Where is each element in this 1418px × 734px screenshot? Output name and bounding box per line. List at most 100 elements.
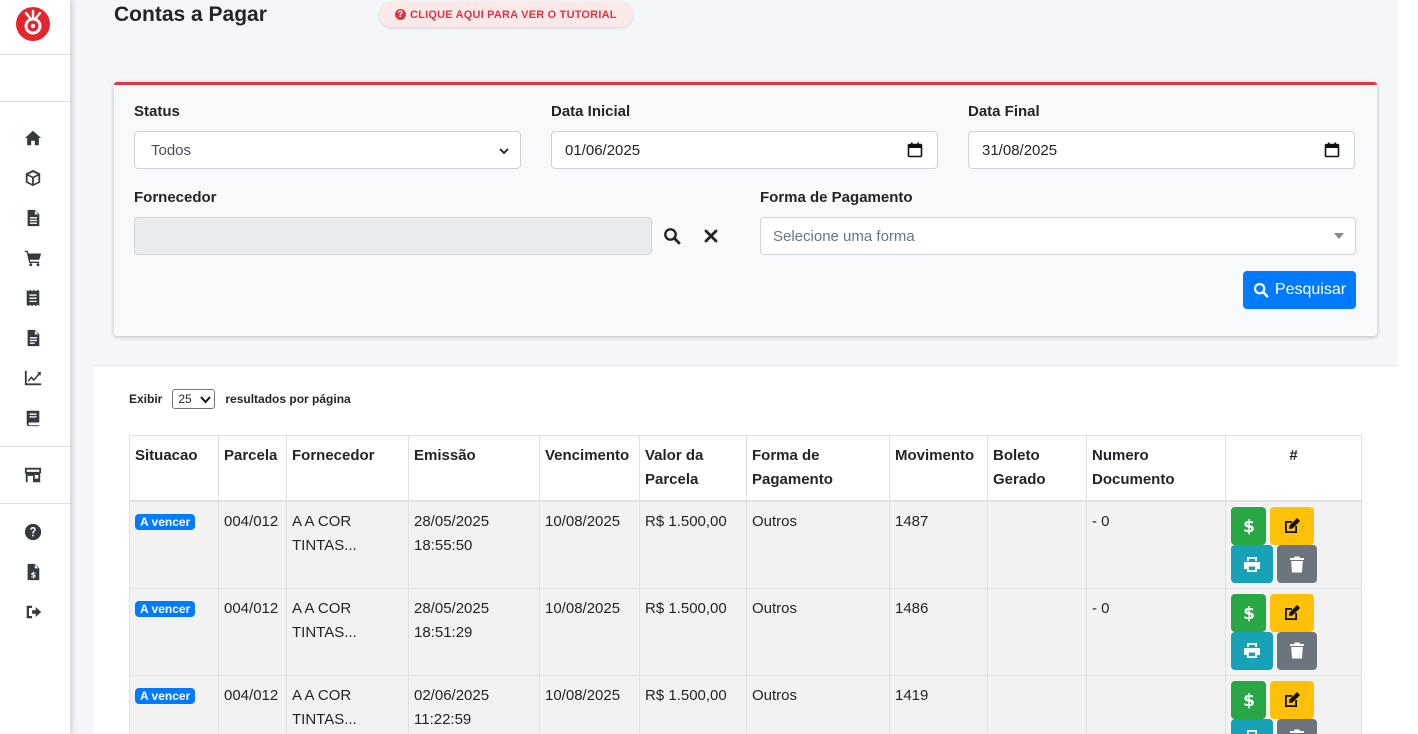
edit-icon [1285,604,1300,620]
print-button[interactable] [1231,631,1273,670]
edit-button[interactable] [1270,680,1314,719]
page-size-control: Exibir 25 resultados por página [129,389,351,409]
brand-logo[interactable] [16,7,50,41]
payment-method-cell: Outros [746,674,890,734]
book-icon[interactable] [23,408,43,428]
sidebar-divider [0,54,70,55]
dollar-icon: $ [1243,691,1255,709]
search-supplier-icon[interactable] [660,224,684,248]
page-title: Contas a Pagar [114,3,267,26]
status-value: Todos [151,141,192,159]
page-size-value: 25 [178,392,192,406]
parcela-cell: 004/012 [218,500,287,589]
status-select[interactable]: Todos [134,131,521,169]
actions-cell: $ [1225,674,1362,734]
filter-card: Status Todos Data Inicial 01/06/2025 Dat… [114,82,1377,336]
chevron-down-icon [499,148,509,155]
status-badge: A vencer [135,514,196,530]
payment-label: Forma de Pagamento [760,189,913,206]
store-icon[interactable] [23,465,43,485]
end-date-input[interactable]: 31/08/2025 [968,131,1355,169]
column-header[interactable]: Emissão [408,435,540,502]
tutorial-button[interactable]: ? CLIQUE AQUI PARA VER O TUTORIAL [379,2,633,27]
sidebar: $ [0,0,70,734]
movement-cell: 1487 [889,500,988,589]
table-row: A vencer 004/012 A A COR TINTAS... 28/05… [129,587,1362,676]
issue-date-cell: 28/05/2025 18:55:50 [408,500,540,589]
issue-date-cell: 02/06/2025 11:22:59 [408,674,540,734]
column-header[interactable]: Situacao [129,435,219,502]
delete-button[interactable] [1277,718,1317,734]
chart-line-icon[interactable] [23,368,43,388]
box-icon[interactable] [23,168,43,188]
pay-button[interactable]: $ [1231,593,1266,632]
document-number-cell [1086,674,1226,734]
column-header[interactable]: Forma de Pagamento [746,435,890,502]
document-number-cell: - 0 [1086,587,1226,676]
print-button[interactable] [1231,545,1273,583]
receipt-icon[interactable] [23,288,43,308]
end-date-value: 31/08/2025 [982,141,1058,159]
column-header[interactable]: Valor da Parcela [639,435,747,502]
delete-button[interactable] [1277,631,1317,670]
sidebar-divider [0,503,70,504]
supplier-label: Fornecedor [134,189,217,206]
print-icon [1244,556,1260,572]
payment-method-cell: Outros [746,587,890,676]
column-header[interactable]: Boleto Gerado [987,435,1087,502]
help-icon[interactable] [23,522,43,542]
column-header[interactable]: Vencimento [539,435,640,502]
clear-supplier-icon[interactable] [699,224,723,248]
amount-cell: R$ 1.500,00 [639,674,747,734]
start-date-value: 01/06/2025 [565,141,641,159]
edit-button[interactable] [1270,593,1314,632]
supplier-input[interactable] [134,217,652,255]
boleto-cell [987,674,1087,734]
pay-button[interactable]: $ [1231,507,1266,545]
page-size-select[interactable]: 25 [172,389,216,409]
svg-text:$: $ [1243,691,1255,709]
movement-cell: 1486 [889,587,988,676]
search-button[interactable]: Pesquisar [1243,271,1356,309]
status-cell: A vencer [129,674,219,734]
column-header[interactable]: Numero Documento [1086,435,1226,502]
document-icon[interactable] [23,328,43,348]
issue-date-cell: 28/05/2025 18:51:29 [408,587,540,676]
column-header[interactable]: Fornecedor [286,435,409,502]
trash-icon [1290,729,1304,734]
results-card: Exibir 25 resultados por página Situacao… [94,365,1398,734]
print-button[interactable] [1231,718,1273,734]
column-header[interactable]: Movimento [889,435,988,502]
svg-text:$: $ [31,569,37,579]
end-date-label: Data Final [968,103,1040,120]
invoice-dollar-icon[interactable]: $ [23,562,43,582]
print-icon [1247,730,1257,734]
calendar-icon[interactable] [907,142,923,158]
movement-cell: 1419 [889,674,988,734]
column-header[interactable]: Parcela [218,435,287,502]
calendar-icon[interactable] [1324,142,1340,158]
dollar-icon: $ [1243,517,1255,535]
search-button-label: Pesquisar [1274,281,1347,298]
tutorial-label: CLIQUE AQUI PARA VER O TUTORIAL [410,8,617,21]
delete-button[interactable] [1277,545,1317,583]
edit-button[interactable] [1270,507,1314,545]
parcela-cell: 004/012 [218,587,287,676]
sidebar-divider [0,446,70,447]
home-icon[interactable] [23,128,43,148]
supplier-cell: A A COR TINTAS... [286,587,409,676]
status-badge: A vencer [135,600,196,617]
actions-cell: $ [1225,587,1362,676]
per-page-label: resultados por página [225,392,351,406]
payment-placeholder: Selecione uma forma [773,227,915,245]
due-date-cell: 10/08/2025 [539,587,640,676]
payment-method-cell: Outros [746,500,890,589]
document-number-cell: - 0 [1086,500,1226,589]
cart-icon[interactable] [23,248,43,268]
payment-select[interactable]: Selecione uma forma [760,217,1356,255]
logout-icon[interactable] [23,602,43,622]
edit-icon [1285,691,1300,707]
pay-button[interactable]: $ [1231,680,1266,719]
start-date-input[interactable]: 01/06/2025 [551,131,938,169]
file-icon[interactable] [23,208,43,228]
